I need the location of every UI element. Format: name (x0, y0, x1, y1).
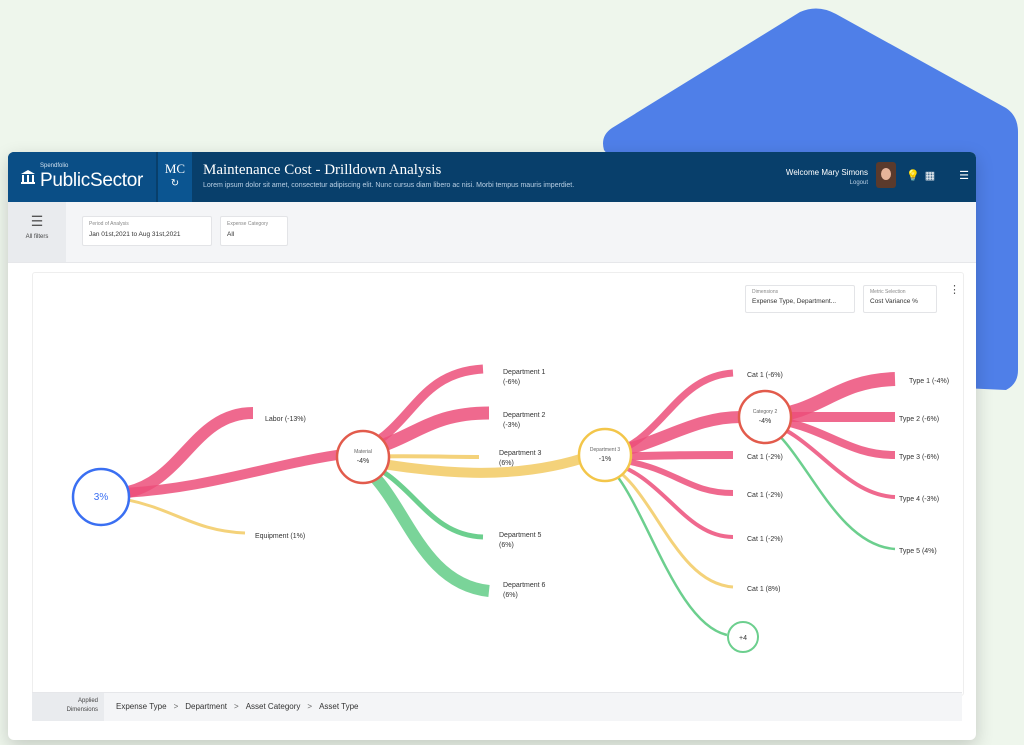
department6-label[interactable]: Department 6 (503, 582, 546, 589)
labor-label[interactable]: Labor (-13%) (265, 416, 306, 423)
department3-node-title: Department 3 (590, 447, 621, 453)
brand-name: PublicSector (40, 170, 144, 191)
category1b-label[interactable]: Cat 1 (-2%) (747, 454, 783, 461)
filter-bar: ☰ All filters Period of Analysis Jan 01s… (8, 202, 976, 263)
breadcrumb-item[interactable]: Department (185, 702, 227, 711)
breadcrumb-item[interactable]: Expense Type (116, 702, 167, 711)
applied-dimensions-bar: Applied Dimensions Expense Type > Departme… (32, 692, 962, 721)
module-code: MC (164, 161, 186, 176)
grid-icon[interactable]: ▦ (924, 170, 936, 182)
material-node[interactable] (335, 429, 391, 485)
department5-label[interactable]: Department 5 (499, 532, 542, 539)
link-dept3-cat1e (604, 461, 734, 589)
breadcrumb-item[interactable]: Asset Type (319, 702, 358, 711)
module-switcher[interactable]: MC ↻ (158, 152, 192, 202)
type1-label[interactable]: Type 1 (-4%) (909, 378, 949, 385)
decomposition-tree: 3% Material -4% Department 3 -1% Categor… (71, 364, 949, 653)
brand-tagline: Spendfolio (40, 163, 69, 169)
applied-label-line1: Applied (77, 698, 98, 704)
type4-label[interactable]: Type 4 (-3%) (899, 496, 939, 503)
category1-label[interactable]: Cat 1 (-6%) (747, 372, 783, 379)
root-node-label: 3% (94, 492, 109, 503)
department5-value: (6%) (499, 542, 514, 549)
department3-label[interactable]: Department 3 (499, 450, 542, 457)
filter-icon: ☰ (30, 213, 44, 229)
refresh-icon: ↻ (170, 178, 180, 189)
applied-label-line2: Dimensions (66, 707, 98, 713)
department3-value: (6%) (499, 460, 514, 467)
filters-label: All filters (25, 234, 49, 240)
lightbulb-icon[interactable]: 💡 (906, 170, 920, 182)
category1d-label[interactable]: Cat 1 (-2%) (747, 536, 783, 543)
category2-node-value: -4% (759, 418, 771, 425)
menu-icon[interactable]: ☰ (958, 170, 970, 182)
department1-label[interactable]: Department 1 (503, 369, 546, 376)
period-filter-value: Jan 01st,2021 to Aug 31st,2021 (89, 231, 181, 238)
expense-category-filter[interactable]: Expense Category All (220, 216, 288, 246)
category2-node[interactable] (737, 389, 793, 445)
department2-label[interactable]: Department 2 (503, 412, 546, 419)
material-node-value: -4% (357, 458, 369, 465)
type5-label[interactable]: Type 5 (4%) (899, 548, 937, 555)
link-root-equipment (122, 497, 246, 535)
applied-dimensions-label: Applied Dimensions (32, 693, 104, 721)
link-cat2-type5 (762, 421, 896, 551)
department6-value: (6%) (503, 592, 518, 599)
department1-value: (-6%) (503, 379, 520, 386)
avatar-face (881, 168, 891, 180)
more-node-label: +4 (739, 635, 747, 642)
expense-filter-value: All (227, 231, 235, 238)
category1c-label[interactable]: Cat 1 (-2%) (747, 492, 783, 499)
app-window: Spendfolio PublicSector MC ↻ Maintenance… (8, 152, 976, 740)
category2-node-title: Category 2 (753, 409, 778, 415)
welcome-text: Welcome Mary Simons (785, 168, 868, 177)
breadcrumb-item[interactable]: Asset Category (246, 702, 301, 711)
avatar[interactable] (876, 162, 896, 188)
page-title: Maintenance Cost - Drilldown Analysis (203, 162, 442, 178)
chevron-right-icon: > (173, 702, 179, 711)
app-header: Spendfolio PublicSector MC ↻ Maintenance… (8, 152, 976, 202)
breadcrumb: Expense Type > Department > Asset Category > A… (116, 702, 359, 711)
logout-link[interactable]: Logout (850, 180, 868, 186)
department3-node-value: -1% (599, 456, 611, 463)
drilldown-canvas: Dimensions Expense Type, Department... M… (32, 272, 964, 696)
expense-filter-label: Expense Category (227, 221, 269, 227)
filters-button[interactable]: ☰ All filters (8, 202, 66, 262)
period-filter-label: Period of Analysis (89, 221, 129, 227)
type3-label[interactable]: Type 3 (-6%) (899, 454, 939, 461)
equipment-label[interactable]: Equipment (1%) (255, 533, 305, 540)
page-subtitle: Lorem ipsum dolor sit amet, consectetur … (203, 182, 575, 189)
department2-value: (-3%) (503, 422, 520, 429)
chevron-right-icon: > (307, 702, 313, 711)
brand[interactable]: Spendfolio PublicSector (8, 152, 156, 202)
category1e-label[interactable]: Cat 1 (8%) (747, 586, 780, 593)
department3-node[interactable] (577, 427, 633, 483)
period-filter[interactable]: Period of Analysis Jan 01st,2021 to Aug … (82, 216, 212, 246)
chevron-right-icon: > (234, 702, 239, 711)
building-icon (21, 170, 35, 184)
type2-label[interactable]: Type 2 (-6%) (899, 416, 939, 423)
material-node-title: Material (354, 449, 372, 455)
